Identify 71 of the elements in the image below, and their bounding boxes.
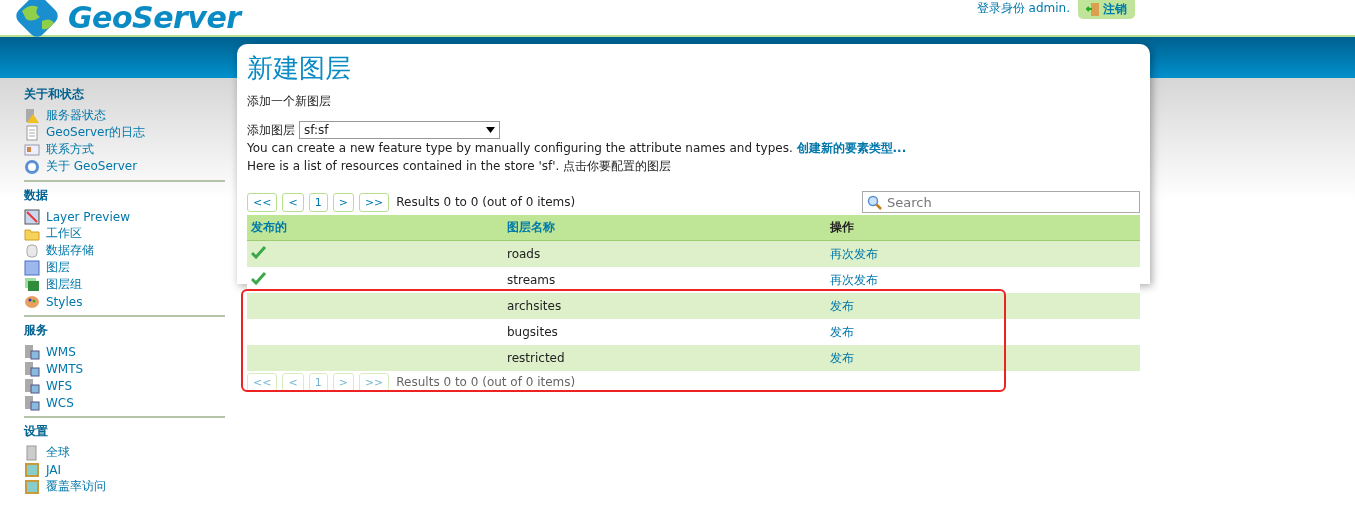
sidebar-item[interactable]: Layer Preview	[24, 208, 225, 225]
server-icon	[24, 377, 40, 394]
sidebar-item[interactable]: 联系方式	[24, 141, 225, 158]
publish-link[interactable]: 再次发布	[830, 272, 878, 287]
sidebar-heading: 数据	[24, 187, 49, 204]
layer-name-cell-text: streams	[506, 273, 557, 287]
pager-button[interactable]: 1	[308, 192, 328, 212]
column-header: 操作	[829, 219, 855, 236]
server-icon	[24, 343, 40, 360]
layers-icon	[24, 276, 40, 293]
server-icon	[24, 360, 40, 377]
help-icon	[24, 158, 40, 175]
sidebar-item[interactable]: WFS	[24, 377, 225, 394]
pager-button[interactable]: <<	[247, 192, 278, 212]
sidebar-item[interactable]: 图层	[24, 259, 225, 276]
subtitle-text: 添加一个新图层	[247, 93, 332, 110]
publish-link[interactable]: 发布	[830, 350, 854, 365]
server-warning-icon	[24, 107, 40, 124]
palette-icon	[24, 293, 40, 310]
page-title: 新建图层	[247, 52, 352, 85]
column-header[interactable]: 图层名称	[503, 219, 826, 236]
sidebar-item[interactable]: 关于 GeoServer	[24, 158, 225, 175]
logo-text: GeoServer	[68, 0, 241, 35]
column-header[interactable]: 发布的	[247, 219, 503, 236]
store-select[interactable]: sf:sf	[299, 121, 500, 139]
layer-name-cell-text: restricted	[506, 351, 566, 365]
sidebar-item[interactable]: 全球	[24, 444, 225, 461]
map-icon	[24, 208, 40, 225]
sidebar-item[interactable]: Styles	[24, 293, 225, 310]
sidebar-item[interactable]: 覆盖率访问	[24, 478, 225, 495]
database-icon	[24, 242, 40, 259]
server-icon	[24, 444, 40, 461]
search-field[interactable]: Search	[862, 191, 1140, 213]
document-icon	[24, 124, 40, 141]
pager-button[interactable]: <	[282, 192, 304, 212]
sidebar-heading: 关于和状态	[24, 86, 85, 103]
search-icon	[867, 195, 882, 210]
server-icon	[24, 394, 40, 411]
sidebar-item[interactable]: 图层组	[24, 276, 225, 293]
sidebar-item[interactable]: WMS	[24, 343, 225, 360]
logout-button[interactable]: 注销	[1078, 0, 1135, 19]
create-text: You can create a new feature type by manually configuring the attribute names and types. 创建新的要素类型...	[247, 140, 908, 157]
sidebar-item[interactable]: 工作区	[24, 225, 225, 242]
image-icon	[24, 478, 40, 495]
sidebar-item[interactable]: JAI	[24, 461, 225, 478]
sidebar-heading: 服务	[24, 322, 49, 339]
layer-name-cell-text: archsites	[506, 299, 563, 313]
login-text: 登录身份 admin.	[976, 0, 1070, 17]
sidebar-heading: 设置	[24, 423, 49, 440]
publish-link[interactable]: 发布	[830, 298, 854, 313]
sidebar-item[interactable]: WMTS	[24, 360, 225, 377]
sidebar-item[interactable]: 数据存储	[24, 242, 225, 259]
door-icon	[1086, 2, 1100, 17]
sidebar-item[interactable]: WCS	[24, 394, 225, 411]
results-text: Results 0 to 0 (out of 0 items)	[396, 375, 576, 389]
list-text: Here is a list of resources contained in the store 'sf'. 点击你要配置的图层	[247, 158, 673, 175]
sidebar-item[interactable]: 服务器状态	[24, 107, 225, 124]
image-icon	[24, 461, 40, 478]
layer-name-cell-text: roads	[506, 247, 542, 261]
pager-button[interactable]: >>	[358, 192, 390, 212]
pager-button[interactable]: >	[332, 192, 354, 212]
publish-link[interactable]: 再次发布	[830, 246, 878, 261]
dropdown-arrow-icon	[486, 127, 495, 133]
sidebar-item[interactable]: GeoServer的日志	[24, 124, 225, 141]
add-layer-label: 添加图层	[247, 121, 295, 139]
publish-link[interactable]: 发布	[830, 324, 854, 339]
results-text: Results 0 to 0 (out of 0 items)	[396, 195, 576, 209]
layer-name-cell-text: bugsites	[506, 325, 559, 339]
create-feature-type-link[interactable]: 创建新的要素类型...	[796, 141, 907, 155]
square-icon	[24, 259, 40, 276]
contact-card-icon	[24, 141, 40, 158]
